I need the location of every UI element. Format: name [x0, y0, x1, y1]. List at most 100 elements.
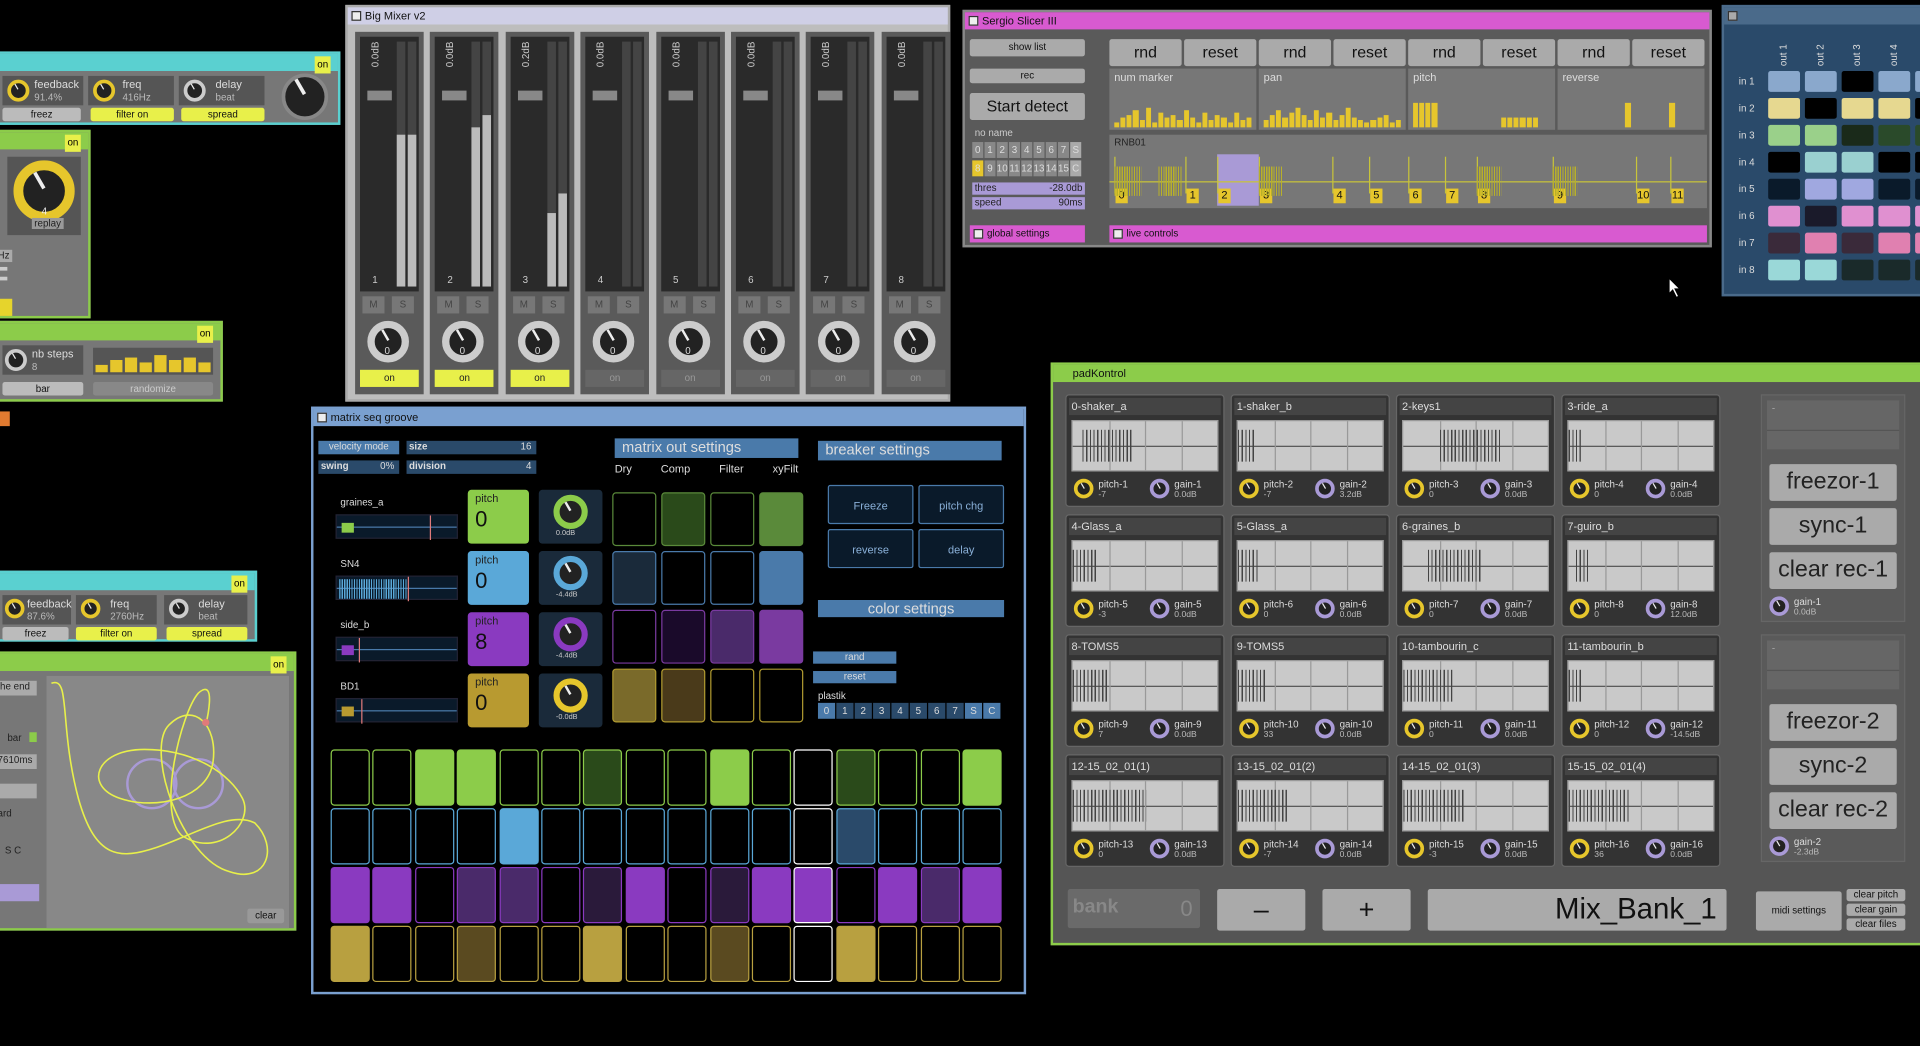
- mute-button[interactable]: M: [362, 296, 385, 314]
- pad[interactable]: 9-TOMS5 pitch-10 33 gain-10 0.0dB: [1230, 634, 1390, 747]
- step-cell[interactable]: [836, 808, 876, 865]
- pitch-box[interactable]: pitch 8: [467, 612, 529, 667]
- show-list-button[interactable]: show list: [969, 39, 1085, 57]
- recorder-wave[interactable]: -: [1766, 640, 1900, 690]
- global-settings-toggle[interactable]: global settings: [969, 225, 1085, 243]
- gain-knob-icon[interactable]: [553, 494, 588, 529]
- fader[interactable]: 0.0dB 7: [811, 36, 870, 292]
- out-cell[interactable]: [661, 551, 706, 605]
- pitch-knob-icon[interactable]: [1404, 838, 1425, 859]
- step-cell[interactable]: [793, 925, 834, 983]
- pad[interactable]: 5-Glass_a pitch-6 0 gain-6 0.0dB: [1230, 514, 1390, 627]
- step-cell[interactable]: [583, 925, 623, 983]
- channel-on-button[interactable]: on: [435, 369, 494, 387]
- rnd-button[interactable]: rnd: [1258, 39, 1332, 67]
- feedback-control[interactable]: feedback 91.4%: [2, 75, 84, 106]
- lane-3[interactable]: reverse: [1557, 68, 1705, 130]
- pad-waveform[interactable]: [1402, 420, 1549, 472]
- pad[interactable]: 10-tambourin_c pitch-11 0 gain-11 0.0dB: [1395, 634, 1556, 747]
- solo-button[interactable]: S: [767, 296, 790, 314]
- clear-pitch-button[interactable]: clear pitch: [1846, 888, 1906, 902]
- pad-waveform[interactable]: [1236, 660, 1384, 712]
- size-field[interactable]: size 16: [406, 440, 537, 455]
- pad-waveform[interactable]: [1402, 780, 1549, 832]
- feedback-control[interactable]: feedback 87.6%: [2, 595, 72, 625]
- fader-cap[interactable]: [668, 90, 693, 101]
- pitch-knob-icon[interactable]: [1569, 598, 1590, 619]
- pad[interactable]: 0-shaker_a pitch-1 -7 gain-1 0.0dB: [1065, 394, 1225, 507]
- gain-control[interactable]: 0.0dB: [538, 489, 603, 544]
- pitch-knob-icon[interactable]: [1404, 718, 1425, 739]
- pad-waveform[interactable]: [1567, 660, 1715, 712]
- step-cell[interactable]: [372, 925, 412, 983]
- freq-knob-icon[interactable]: [93, 79, 116, 102]
- steps-knob-icon[interactable]: [4, 348, 27, 372]
- fader[interactable]: 0.0dB 2: [435, 36, 494, 292]
- fader-cap[interactable]: [818, 90, 843, 101]
- recorder-wave[interactable]: -: [1766, 400, 1900, 450]
- feedback-knob-icon[interactable]: [4, 598, 25, 619]
- mute-button[interactable]: M: [813, 296, 836, 314]
- delay-control[interactable]: delay beat: [164, 595, 248, 625]
- pitch-knob-icon[interactable]: [1239, 598, 1259, 619]
- solo-button[interactable]: S: [391, 296, 414, 314]
- out-cell[interactable]: [759, 668, 804, 723]
- step-cell[interactable]: [456, 808, 497, 865]
- on-toggle[interactable]: on: [314, 56, 331, 74]
- gain-knob-icon[interactable]: [1480, 598, 1501, 619]
- step-cell[interactable]: [751, 866, 792, 924]
- gain-knob-icon[interactable]: [553, 678, 588, 713]
- step-cell[interactable]: [330, 866, 370, 924]
- swing-field[interactable]: swing 0%: [318, 460, 400, 474]
- bank-field[interactable]: bank 0: [1067, 888, 1201, 929]
- pitch-knob-icon[interactable]: [1239, 718, 1259, 739]
- step-cell[interactable]: [541, 749, 581, 806]
- step-cell[interactable]: [962, 925, 1002, 983]
- step-cell[interactable]: [751, 749, 792, 806]
- routing-cell[interactable]: [1804, 178, 1837, 200]
- gain-knob-icon[interactable]: [1480, 838, 1501, 859]
- out-tab[interactable]: xyFilt: [773, 463, 799, 475]
- gain-knob-icon[interactable]: [1315, 478, 1335, 499]
- spread-button[interactable]: spread: [166, 626, 248, 641]
- slice-button[interactable]: 12: [1021, 160, 1033, 177]
- gain-knob-icon[interactable]: [553, 555, 588, 591]
- breaker-button[interactable]: reverse: [827, 528, 914, 569]
- color-settings-header[interactable]: color settings: [817, 600, 1005, 618]
- plastik-button[interactable]: 6: [928, 702, 946, 719]
- filter-on-button[interactable]: filter on: [75, 626, 157, 641]
- pad[interactable]: 7-guiro_b pitch-8 0 gain-8 12.0dB: [1561, 514, 1721, 627]
- step-bar[interactable]: [183, 357, 196, 373]
- gain-knob-icon[interactable]: [553, 617, 588, 652]
- step-cell[interactable]: [330, 808, 370, 865]
- step-cell[interactable]: [878, 925, 918, 983]
- routing-cell[interactable]: [1804, 124, 1837, 146]
- delay-control[interactable]: delay beat: [178, 75, 265, 106]
- routing-cell[interactable]: [1878, 178, 1911, 200]
- slice-button[interactable]: 13: [1033, 160, 1045, 177]
- plastik-button[interactable]: 3: [873, 702, 891, 719]
- fader[interactable]: 0.0dB 8: [886, 36, 946, 292]
- bar-button[interactable]: bar: [2, 382, 84, 396]
- rnd-button[interactable]: rnd: [1109, 39, 1182, 67]
- gain-control[interactable]: -0.0dB: [538, 673, 603, 728]
- pad[interactable]: 14-15_02_01(3) pitch-15 -3 gain-15 0.0dB: [1395, 754, 1556, 867]
- channel-on-button[interactable]: on: [735, 369, 795, 387]
- out-tab[interactable]: Filter: [719, 463, 743, 475]
- live-controls-toggle[interactable]: live controls: [1109, 225, 1707, 243]
- out-cell[interactable]: [759, 551, 804, 605]
- gain-knob-icon[interactable]: [1149, 838, 1170, 859]
- step-cell[interactable]: [920, 866, 960, 924]
- plastik-button[interactable]: 7: [946, 702, 964, 719]
- step-cell[interactable]: [836, 866, 876, 924]
- slider-mark[interactable]: [0, 266, 8, 271]
- close-box-icon[interactable]: [968, 15, 979, 26]
- breaker-settings-header[interactable]: breaker settings: [817, 440, 1002, 461]
- pad[interactable]: 8-TOMS5 pitch-9 7 gain-9 0.0dB: [1065, 634, 1225, 747]
- step-cell[interactable]: [836, 749, 876, 806]
- out-cell[interactable]: [661, 609, 706, 664]
- routing-cell[interactable]: [1915, 259, 1920, 281]
- step-cell[interactable]: [414, 749, 455, 806]
- step-cell[interactable]: [709, 866, 749, 924]
- pad-waveform[interactable]: [1071, 660, 1219, 712]
